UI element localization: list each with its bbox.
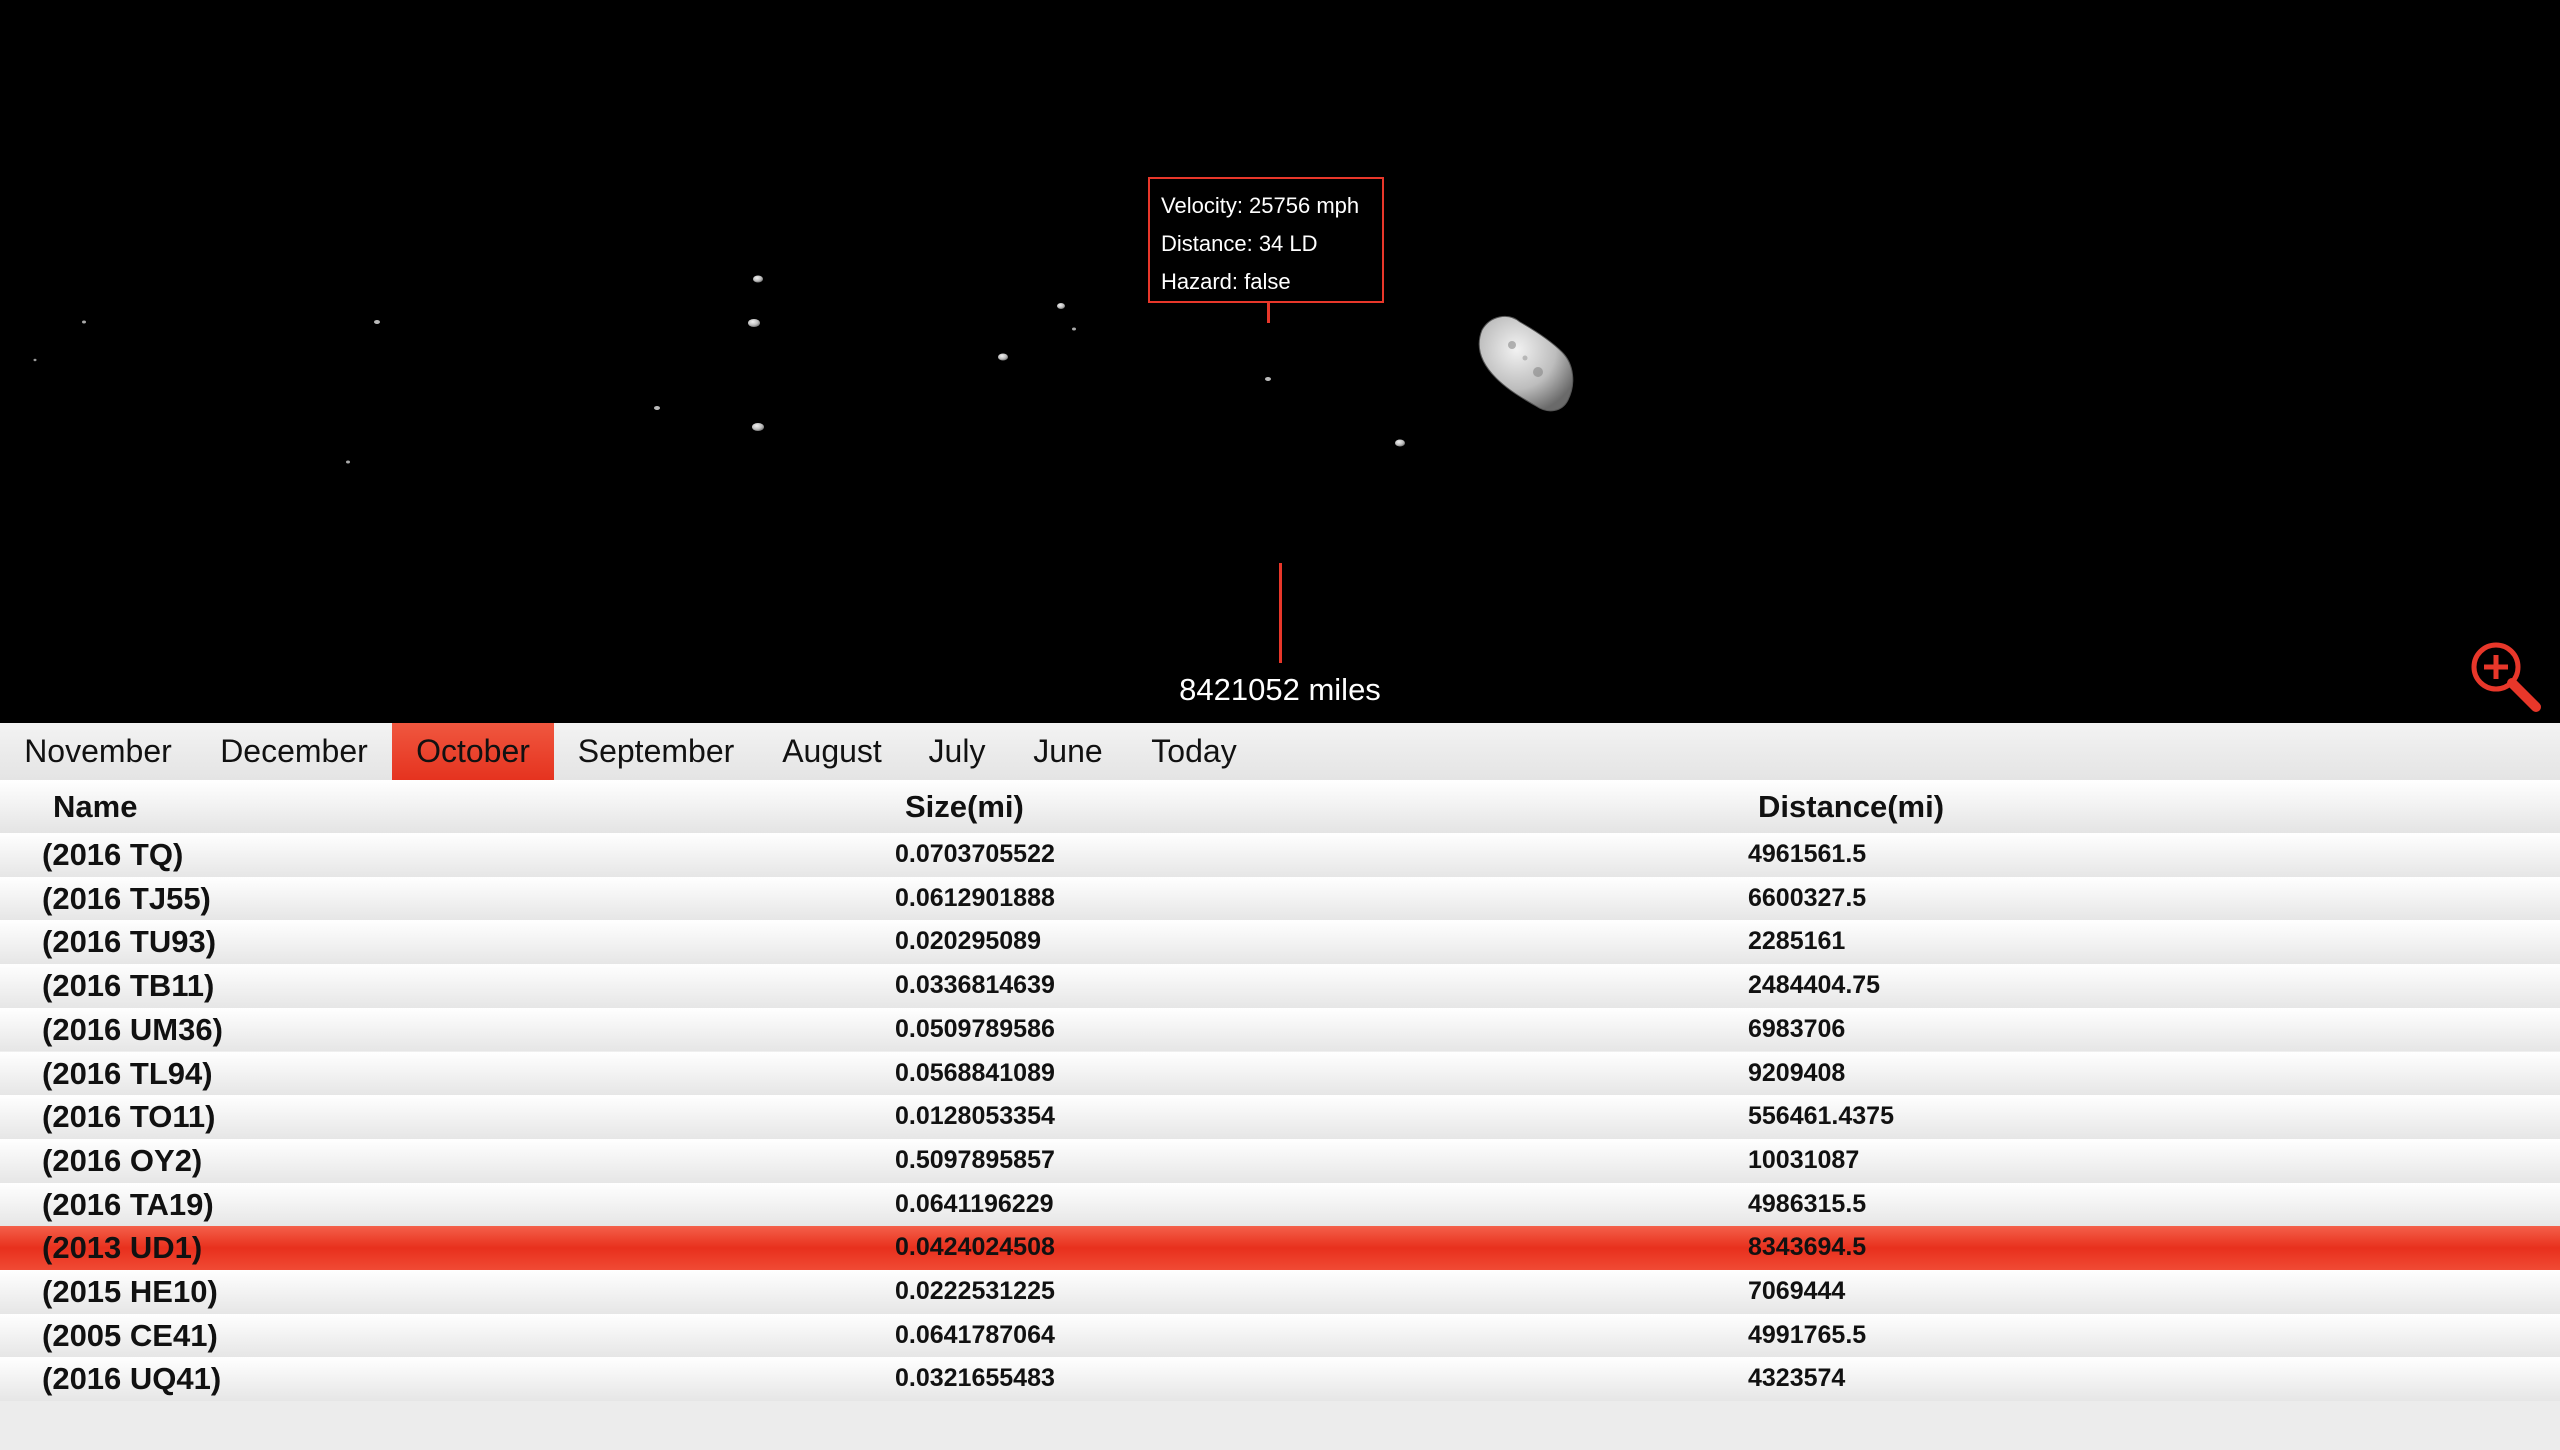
cell-size: 0.0641196229 [895,1189,1054,1218]
cell-name: (2016 TJ55) [42,880,211,916]
cell-distance: 7069444 [1748,1277,1846,1305]
asteroid[interactable] [753,275,763,283]
cell-distance: 4961561.5 [1748,840,1867,868]
asteroid[interactable] [654,406,660,410]
table-row[interactable]: (2016 TO11) 0.0128053354 556461.4375 [0,1095,2560,1139]
tooltip-hazard: Hazard: false [1161,269,1291,294]
tab-august[interactable]: August [758,723,906,780]
cell-size: 0.0321655483 [895,1364,1055,1393]
asteroid[interactable] [346,460,350,464]
zoom-in-button[interactable] [2466,637,2546,717]
cell-name: (2016 UQ41) [42,1361,222,1397]
cell-size: 0.0612901888 [895,883,1055,912]
asteroid[interactable] [748,319,760,327]
cell-distance: 6600327.5 [1748,883,1867,912]
scale-bar [1279,563,1282,663]
tab-december[interactable]: December [196,723,392,780]
cell-size: 0.0222531225 [895,1277,1055,1305]
table-row[interactable]: (2015 HE10) 0.0222531225 7069444 [0,1270,2560,1314]
table-row[interactable]: (2016 TA19) 0.0641196229 4986315.5 [0,1182,2560,1227]
table-row[interactable]: (2016 UM36) 0.0509789586 6983706 [0,1007,2560,1052]
cell-distance: 4986315.5 [1748,1189,1867,1218]
table-row[interactable]: (2016 TJ55) 0.0612901888 6600327.5 [0,876,2560,921]
tooltip-velocity: Velocity: 25756 mph [1161,193,1360,218]
asteroid-list-panel: November December October September Augu… [0,723,2560,1450]
tab-september[interactable]: September [554,723,758,780]
column-header-distance[interactable]: Distance(mi) [1758,780,1944,833]
cell-name: (2016 UM36) [42,1011,223,1047]
cell-size: 0.0336814639 [895,971,1055,1000]
tab-november[interactable]: November [0,723,196,780]
cell-distance: 8343694.5 [1748,1233,1867,1262]
cell-distance: 10031087 [1748,1145,1860,1174]
asteroid[interactable] [374,320,380,324]
table-row[interactable]: (2016 TL94) 0.0568841089 9209408 [0,1051,2560,1096]
large-asteroid[interactable] [1478,315,1574,412]
cell-size: 0.5097895857 [895,1145,1055,1174]
column-header-size[interactable]: Size(mi) [905,780,1024,833]
tab-july[interactable]: July [906,723,1008,780]
column-header-name[interactable]: Name [53,780,137,833]
asteroid[interactable] [1072,327,1076,331]
cell-name: (2016 TA19) [42,1186,214,1222]
cell-size: 0.0568841089 [895,1058,1055,1087]
cell-name: (2016 TB11) [42,968,215,1004]
tab-june[interactable]: June [1008,723,1128,780]
cell-name: (2005 CE41) [42,1317,218,1353]
cell-distance: 6983706 [1748,1014,1846,1043]
asteroid[interactable] [33,358,37,362]
cell-size: 0.0703705522 [895,840,1055,868]
table-row[interactable]: (2016 TB11) 0.0336814639 2484404.75 [0,964,2560,1008]
cell-distance: 9209408 [1748,1058,1846,1087]
asteroid[interactable] [1395,439,1405,447]
cell-name: (2015 HE10) [42,1274,218,1309]
month-tabs: November December October September Augu… [0,723,2560,781]
cell-name: (2016 TO11) [42,1099,216,1135]
scale-label: 8421052 miles [1179,672,1381,707]
asteroid[interactable] [1057,303,1065,309]
cell-size: 0.0641787064 [895,1320,1055,1349]
asteroid-tooltip: Velocity: 25756 mph Distance: 34 LD Haza… [1148,177,1384,303]
table-row[interactable]: (2005 CE41) 0.0641787064 4991765.5 [0,1313,2560,1358]
table-row[interactable]: (2013 UD1) 0.0424024508 8343694.5 [0,1226,2560,1270]
asteroid[interactable] [1265,377,1271,381]
tooltip-distance: Distance: 34 LD [1161,231,1318,256]
asteroid-3d-viewport[interactable]: Velocity: 25756 mph Distance: 34 LD Haza… [0,0,2560,723]
cell-distance: 4323574 [1748,1364,1846,1393]
table-row[interactable]: (2016 UQ41) 0.0321655483 4323574 [0,1357,2560,1402]
tab-october[interactable]: October [392,723,554,780]
table-header: Name Size(mi) Distance(mi) [0,780,2560,833]
asteroid[interactable] [998,353,1008,361]
cell-name: (2016 OY2) [42,1142,203,1178]
cell-name: (2016 TQ) [42,837,184,872]
table-row[interactable]: (2016 OY2) 0.5097895857 10031087 [0,1138,2560,1183]
tooltip-pointer [1267,303,1270,323]
tab-today[interactable]: Today [1128,723,1260,780]
cell-distance: 556461.4375 [1748,1102,1894,1131]
cell-size: 0.0509789586 [895,1014,1055,1043]
cell-name: (2016 TU93) [42,924,217,960]
asteroid[interactable] [82,320,86,324]
cell-size: 0.020295089 [895,927,1041,956]
cell-size: 0.0424024508 [895,1233,1055,1262]
cell-name: (2013 UD1) [42,1230,203,1266]
cell-name: (2016 TL94) [42,1055,213,1091]
table-row[interactable]: (2016 TQ) 0.0703705522 4961561.5 [0,833,2560,877]
table-row[interactable]: (2016 TU93) 0.020295089 2285161 [0,920,2560,965]
cell-distance: 4991765.5 [1748,1320,1867,1349]
cell-size: 0.0128053354 [895,1102,1055,1131]
asteroid[interactable] [752,423,764,431]
cell-distance: 2285161 [1748,927,1846,956]
cell-distance: 2484404.75 [1748,971,1881,1000]
zoom-in-icon [2471,642,2541,712]
